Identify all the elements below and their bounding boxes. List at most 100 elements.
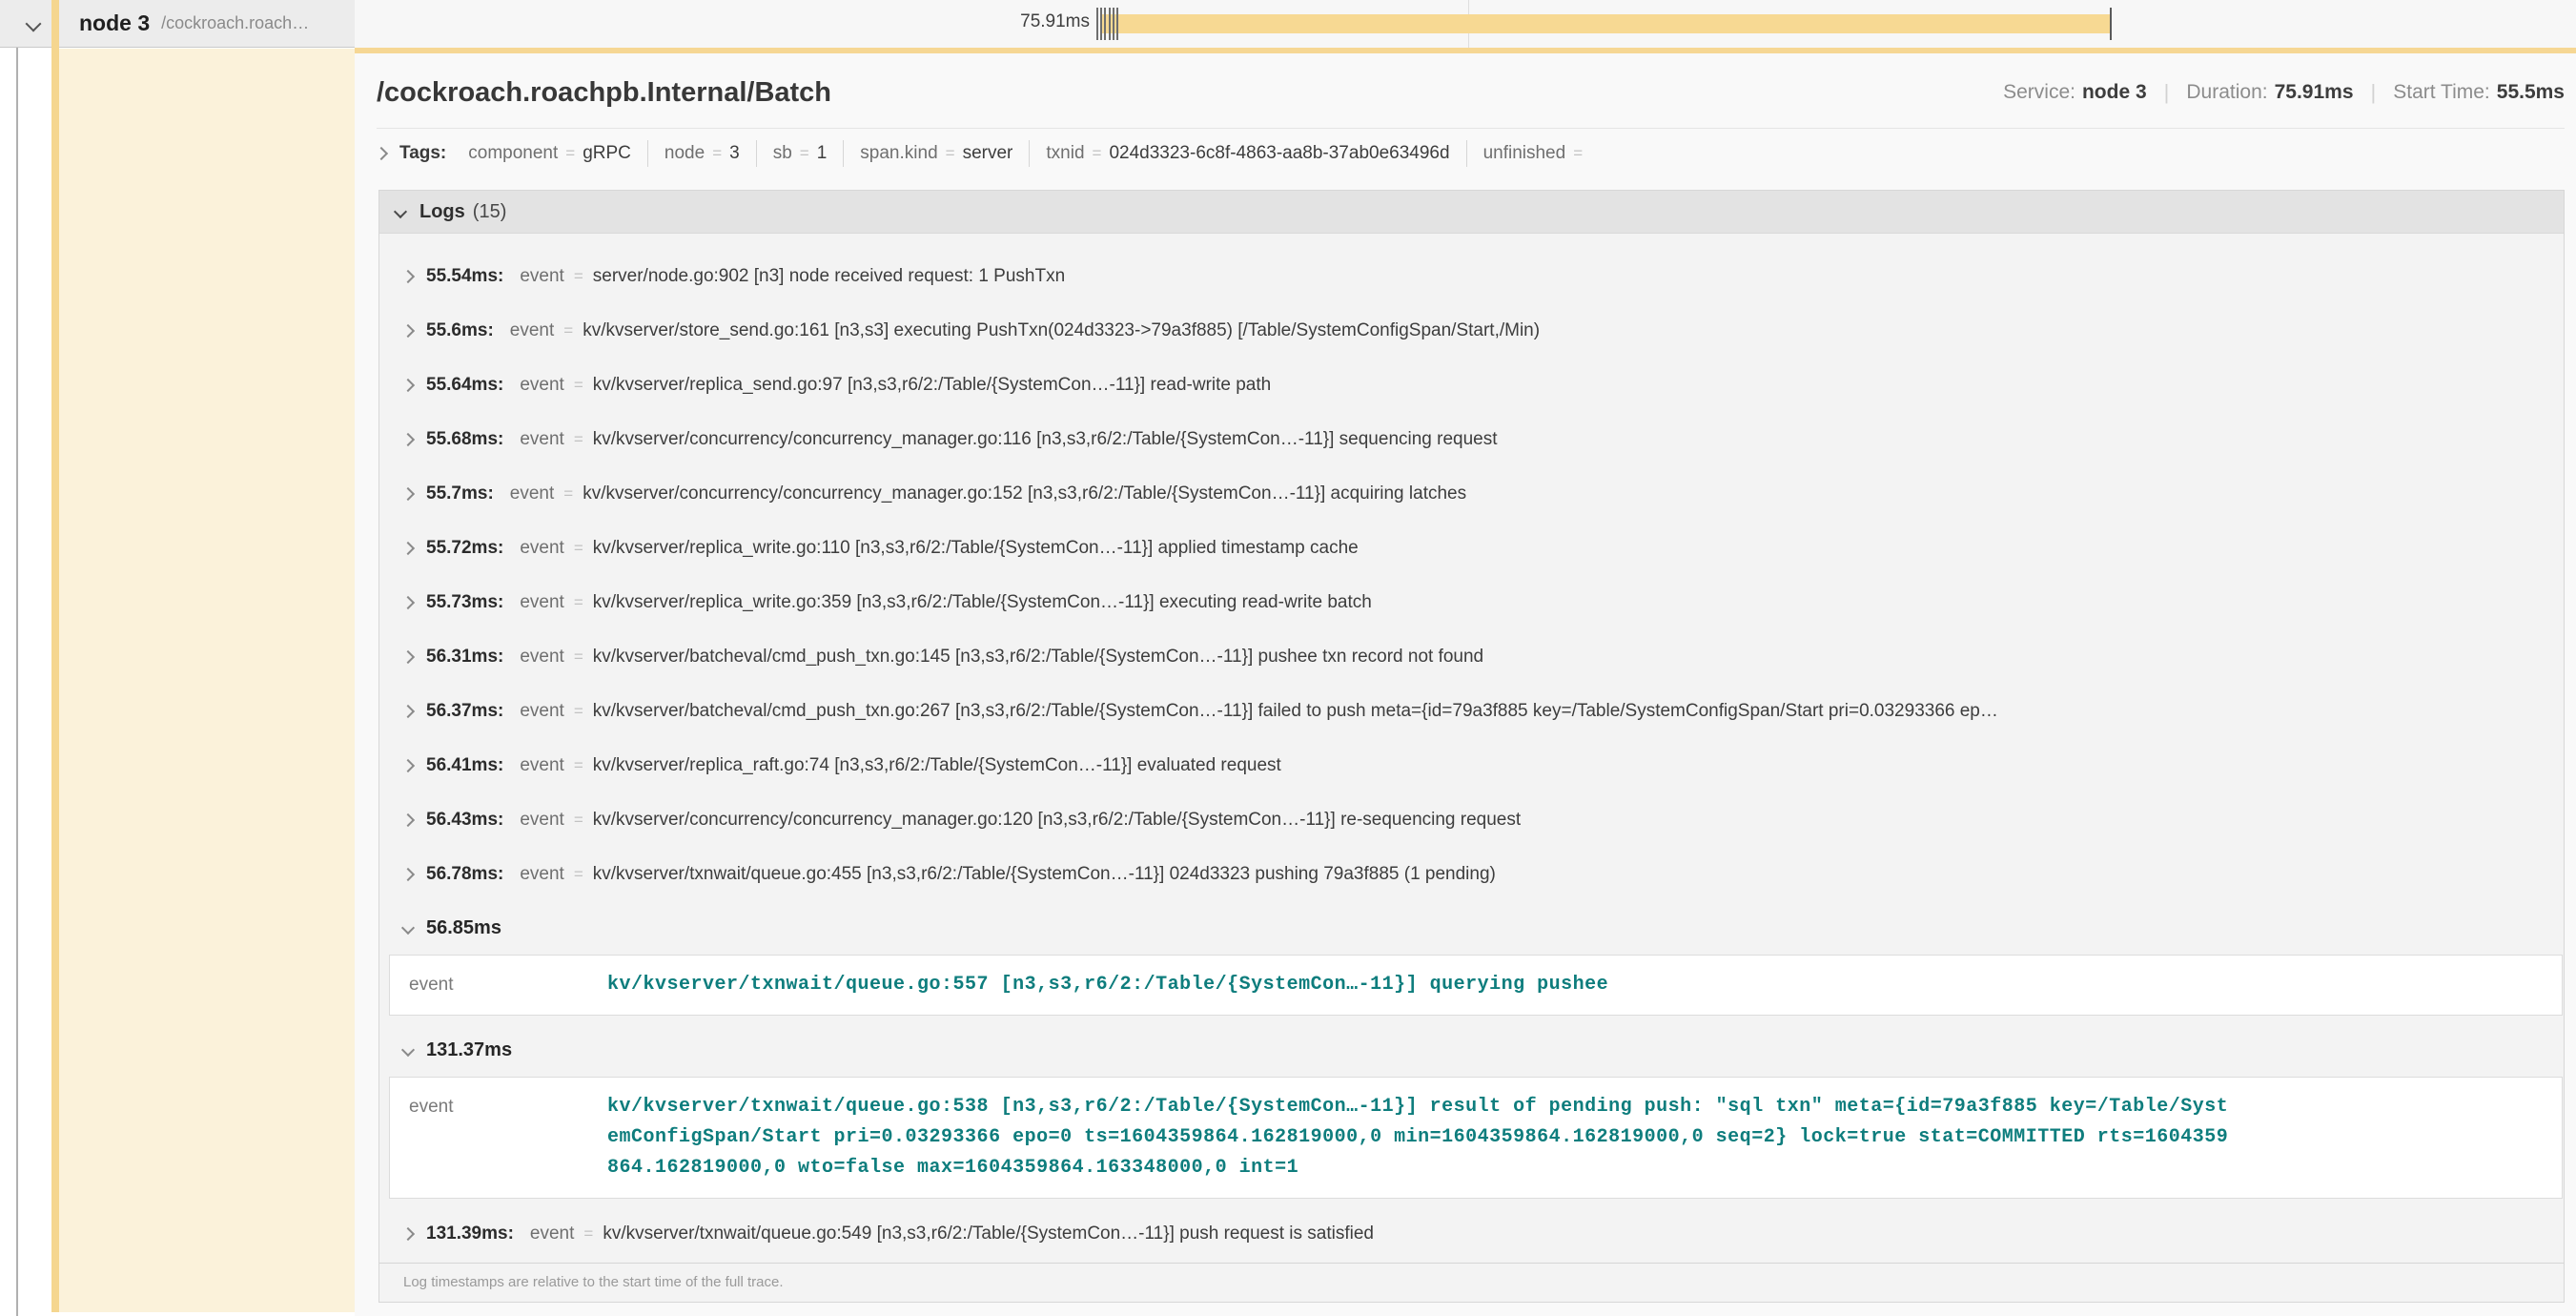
span-detail-title: /cockroach.roachpb.Internal/Batch <box>377 77 831 109</box>
tag-item: unfinished= <box>1466 140 1607 167</box>
chevron-right-icon[interactable] <box>401 649 415 663</box>
tag-item: span.kind=server <box>843 140 1029 167</box>
equals-sign: = <box>574 539 583 558</box>
log-field-key: event <box>390 1092 607 1183</box>
log-row[interactable]: 55.6ms:event=kv/kvserver/store_send.go:1… <box>379 303 2564 358</box>
span-duration-label: 75.91ms <box>937 11 1090 32</box>
log-row[interactable]: 56.78ms:event=kv/kvserver/txnwait/queue.… <box>379 847 2564 901</box>
equals-sign: = <box>1093 144 1102 163</box>
log-marker-tick <box>1096 8 1098 40</box>
log-timestamp: 55.64ms: <box>426 375 503 396</box>
equals-sign: = <box>574 702 583 721</box>
log-field-key: event <box>390 970 607 1000</box>
log-message: kv/kvserver/concurrency/concurrency_mana… <box>593 429 2564 450</box>
log-row[interactable]: 56.43ms:event=kv/kvserver/concurrency/co… <box>379 792 2564 847</box>
equals-sign: = <box>800 144 809 163</box>
chevron-down-icon[interactable] <box>394 205 407 218</box>
chevron-right-icon[interactable] <box>401 541 415 554</box>
chevron-right-icon[interactable] <box>401 867 415 880</box>
span-duration-bar[interactable] <box>1101 14 2112 33</box>
log-row[interactable]: 55.64ms:event=kv/kvserver/replica_send.g… <box>379 358 2564 412</box>
chevron-right-icon[interactable] <box>401 1226 415 1240</box>
tag-value: 024d3323-6c8f-4863-aa8b-37ab0e63496d <box>1109 143 1449 164</box>
chevron-down-icon[interactable] <box>401 1043 415 1057</box>
log-row[interactable]: 56.37ms:event=kv/kvserver/batcheval/cmd_… <box>379 684 2564 738</box>
chevron-right-icon[interactable] <box>401 704 415 717</box>
tag-key: node <box>664 143 705 164</box>
chevron-right-icon[interactable] <box>401 432 415 445</box>
chevron-right-icon[interactable] <box>401 812 415 826</box>
span-detail-panel: /cockroach.roachpb.Internal/Batch Servic… <box>355 53 2576 1316</box>
log-message: kv/kvserver/batcheval/cmd_push_txn.go:14… <box>593 647 2564 668</box>
duration-label: Duration: <box>2186 81 2267 104</box>
log-timestamp: 56.37ms: <box>426 701 503 722</box>
log-row[interactable]: 55.54ms:event=server/node.go:902 [n3] no… <box>379 249 2564 303</box>
log-marker-tick <box>1109 8 1111 40</box>
chevron-right-icon[interactable] <box>401 378 415 391</box>
span-timeline-cell[interactable]: 75.91ms <box>355 0 2576 48</box>
tag-key: unfinished <box>1483 143 1566 164</box>
tag-value: 3 <box>729 143 740 164</box>
log-message: kv/kvserver/batcheval/cmd_push_txn.go:26… <box>593 701 2564 722</box>
log-message: kv/kvserver/replica_send.go:97 [n3,s3,r6… <box>593 375 2564 396</box>
chevron-right-icon[interactable] <box>401 323 415 337</box>
log-row[interactable]: 55.7ms:event=kv/kvserver/concurrency/con… <box>379 466 2564 521</box>
log-field-value: kv/kvserver/txnwait/queue.go:538 [n3,s3,… <box>607 1092 2238 1183</box>
log-field-key: event <box>520 592 563 613</box>
chevron-down-icon[interactable] <box>401 921 415 935</box>
log-row[interactable]: 55.68ms:event=kv/kvserver/concurrency/co… <box>379 412 2564 466</box>
chevron-right-icon[interactable] <box>401 269 415 282</box>
log-field-key: event <box>520 864 563 885</box>
log-marker-tick <box>1104 8 1106 40</box>
log-timestamp: 55.54ms: <box>426 266 503 287</box>
span-service-name: node 3 <box>79 10 150 36</box>
equals-sign: = <box>563 321 573 340</box>
log-row[interactable]: 55.72ms:event=kv/kvserver/replica_write.… <box>379 521 2564 575</box>
tag-item: sb=1 <box>756 140 844 167</box>
tags-list: component = gRPC node = 3 sb=1span.kind=server… <box>452 140 1606 167</box>
collapse-children-chevron-icon[interactable] <box>26 15 42 31</box>
start-time-label: Start Time: <box>2393 81 2490 104</box>
tag-value: gRPC <box>583 143 631 164</box>
log-detail-box: eventkv/kvserver/txnwait/queue.go:538 [n… <box>389 1077 2563 1199</box>
logs-header-toggle[interactable]: Logs (15) <box>379 191 2564 234</box>
log-message: kv/kvserver/concurrency/concurrency_mana… <box>583 483 2564 504</box>
equals-sign: = <box>574 811 583 830</box>
log-row[interactable]: 55.73ms:event=kv/kvserver/replica_write.… <box>379 575 2564 629</box>
tag-key: component <box>468 143 558 164</box>
log-marker-tick <box>1113 8 1114 40</box>
equals-sign: = <box>574 648 583 667</box>
log-detail-box: eventkv/kvserver/txnwait/queue.go:557 [n… <box>389 955 2563 1016</box>
log-message: kv/kvserver/replica_write.go:110 [n3,s3,… <box>593 538 2564 559</box>
duration-value: 75.91ms <box>2275 81 2354 104</box>
log-row[interactable]: 56.31ms:event=kv/kvserver/batcheval/cmd_… <box>379 629 2564 684</box>
logs-section: Logs (15) 55.54ms:event=server/node.go:9… <box>378 190 2565 1303</box>
chevron-right-icon[interactable] <box>401 595 415 608</box>
log-message: kv/kvserver/store_send.go:161 [n3,s3] ex… <box>583 320 2564 341</box>
log-timestamp: 56.43ms: <box>426 810 503 831</box>
selected-span-highlight-column <box>59 49 355 1312</box>
log-field-key: event <box>530 1223 574 1244</box>
chevron-right-icon[interactable] <box>375 147 388 160</box>
log-expanded-header[interactable]: 56.85ms <box>379 901 2564 955</box>
equals-sign: = <box>574 756 583 775</box>
log-row[interactable]: 56.41ms:event=kv/kvserver/replica_raft.g… <box>379 738 2564 792</box>
header-divider <box>377 128 2565 129</box>
tags-section-toggle[interactable]: Tags: component=gRPCnode=3sb=1span.kind=… <box>377 133 2565 175</box>
chevron-right-icon[interactable] <box>401 486 415 500</box>
chevron-right-icon[interactable] <box>401 758 415 771</box>
trace-timeline-view: node 3 /cockroach.roach… 75.91ms /cockro… <box>0 0 2576 1316</box>
meta-separator: | <box>2371 80 2377 105</box>
log-field-key: event <box>510 320 554 341</box>
tag-item: node = 3 <box>647 140 756 167</box>
equals-sign: = <box>712 144 722 163</box>
meta-separator: | <box>2164 80 2170 105</box>
log-row[interactable]: 131.39ms:event=kv/kvserver/txnwait/queue… <box>379 1206 2564 1261</box>
log-timestamp: 56.41ms: <box>426 755 503 776</box>
equals-sign: = <box>574 865 583 884</box>
log-marker-tick <box>1116 8 1118 40</box>
log-timestamp: 55.72ms: <box>426 538 503 559</box>
equals-sign: = <box>565 144 575 163</box>
log-expanded-header[interactable]: 131.37ms <box>379 1023 2564 1077</box>
log-timestamp: 131.39ms: <box>426 1223 514 1244</box>
